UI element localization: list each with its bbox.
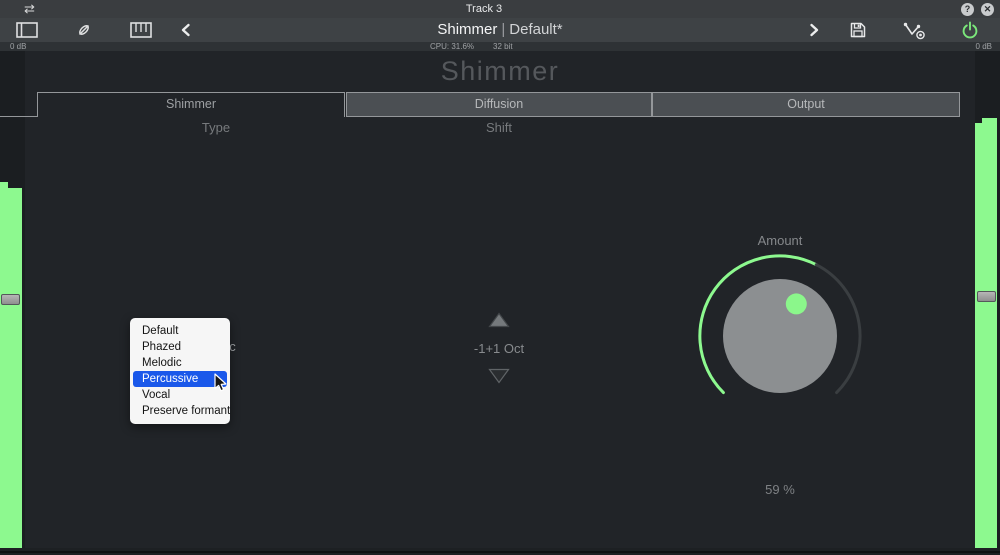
mouse-cursor (213, 373, 228, 393)
menu-item-melodic[interactable]: Melodic (130, 355, 230, 371)
tab-output[interactable]: Output (652, 92, 960, 117)
shift-label: Shift (449, 120, 549, 135)
output-db-label: 0 dB (976, 42, 992, 51)
plugin-window: ⇄ Track 3 ? ✕ Shimmer|Default* (0, 0, 1000, 555)
title-separator: | (497, 21, 509, 38)
window-title: Track 3 (0, 0, 968, 18)
close-icon[interactable]: ✕ (981, 3, 994, 16)
titlebar: ⇄ Track 3 ? ✕ (0, 0, 1000, 18)
statusbar: 0 dB CPU: 31.6% 32 bit 0 dB (0, 42, 1000, 51)
preset-name: Default* (509, 21, 562, 38)
tab-shimmer[interactable]: Shimmer (37, 92, 345, 117)
chevron-right-icon[interactable] (809, 23, 820, 37)
tab-baseline (0, 116, 38, 117)
bit-depth-label: 32 bit (493, 42, 513, 51)
output-meter-fill-left (975, 123, 982, 555)
save-icon[interactable] (849, 21, 867, 39)
shift-up-arrow[interactable] (488, 312, 510, 328)
menu-item-default[interactable]: Default (130, 323, 230, 339)
amount-value: 59 % (730, 482, 830, 497)
output-gain-handle[interactable] (977, 291, 996, 302)
amount-knob[interactable] (690, 246, 870, 426)
help-icon[interactable]: ? (961, 3, 974, 16)
input-gain-handle[interactable] (1, 294, 20, 305)
output-meter-fill-right (982, 118, 997, 555)
menu-item-phazed[interactable]: Phazed (130, 339, 230, 355)
knob-indicator-dot (786, 293, 807, 314)
bottom-divider (0, 551, 1000, 553)
type-label: Type (166, 120, 266, 135)
plugin-heading: Shimmer (0, 56, 1000, 87)
input-db-label: 0 dB (10, 42, 26, 51)
tab-diffusion[interactable]: Diffusion (346, 92, 652, 117)
shift-value: -1+1 Oct (449, 341, 549, 356)
modulation-routing-icon[interactable] (903, 21, 926, 40)
power-button-icon[interactable] (961, 21, 979, 39)
type-dropdown-menu: Default Phazed Melodic Percussive Vocal … (130, 318, 230, 424)
cpu-label: CPU: 31.6% (430, 42, 474, 51)
input-meter-fill-left (0, 182, 8, 555)
menu-item-preserve-formant[interactable]: Preserve formant (130, 403, 230, 419)
plugin-name: Shimmer (437, 21, 497, 38)
input-meter-fill-right (8, 188, 22, 555)
shift-down-arrow[interactable] (488, 368, 510, 384)
